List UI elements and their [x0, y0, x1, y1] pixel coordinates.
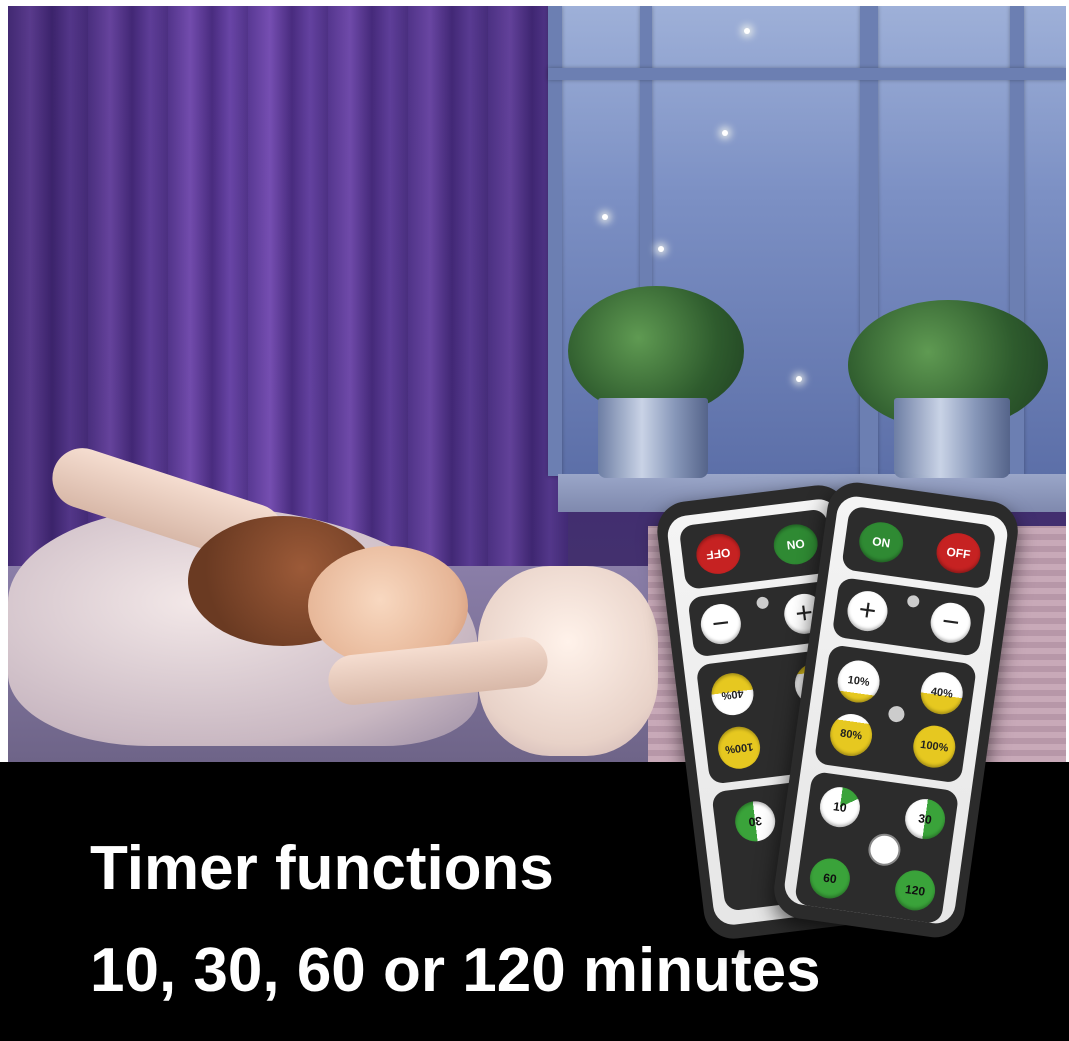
star	[722, 130, 728, 136]
brightness-100-button[interactable]: 100%	[910, 722, 958, 771]
minus-button[interactable]: −	[928, 600, 974, 646]
ad-banner: Timer functions 10, 30, 60 or 120 minute…	[0, 0, 1069, 1041]
sensor-led	[887, 705, 906, 724]
timer-10-button[interactable]: 10	[817, 784, 863, 830]
timer-30-button[interactable]: 30	[902, 796, 948, 842]
star	[602, 214, 608, 220]
brightness-100-button[interactable]: 100%	[715, 724, 763, 772]
indicator-led	[755, 596, 770, 610]
timer-60-button[interactable]: 60	[807, 855, 853, 902]
brightness-40-button[interactable]: 40%	[918, 669, 966, 717]
indicator-led	[906, 594, 921, 609]
pot-left	[598, 398, 708, 478]
star	[744, 28, 750, 34]
star	[658, 246, 664, 252]
pot-right	[894, 398, 1010, 478]
caption-line-2: 10, 30, 60 or 120 minutes	[90, 936, 821, 1005]
star	[796, 376, 802, 382]
off-button[interactable]: OFF	[933, 530, 984, 577]
timer-120-button[interactable]: 120	[892, 867, 938, 913]
on-button[interactable]: ON	[771, 521, 820, 567]
caption-line-1: Timer functions	[90, 834, 554, 903]
minus-button[interactable]: −	[698, 601, 744, 647]
timer-30-button[interactable]: 30	[732, 799, 778, 844]
on-button[interactable]: ON	[856, 519, 906, 566]
brightness-80-button[interactable]: 80%	[827, 711, 875, 759]
off-button[interactable]: OFF	[694, 531, 743, 577]
clock-icon	[866, 831, 903, 868]
plant-left	[568, 286, 744, 416]
plus-button[interactable]: +	[844, 588, 891, 634]
brightness-10-button[interactable]: 10%	[834, 657, 883, 706]
brightness-40-button[interactable]: 40%	[709, 670, 756, 718]
